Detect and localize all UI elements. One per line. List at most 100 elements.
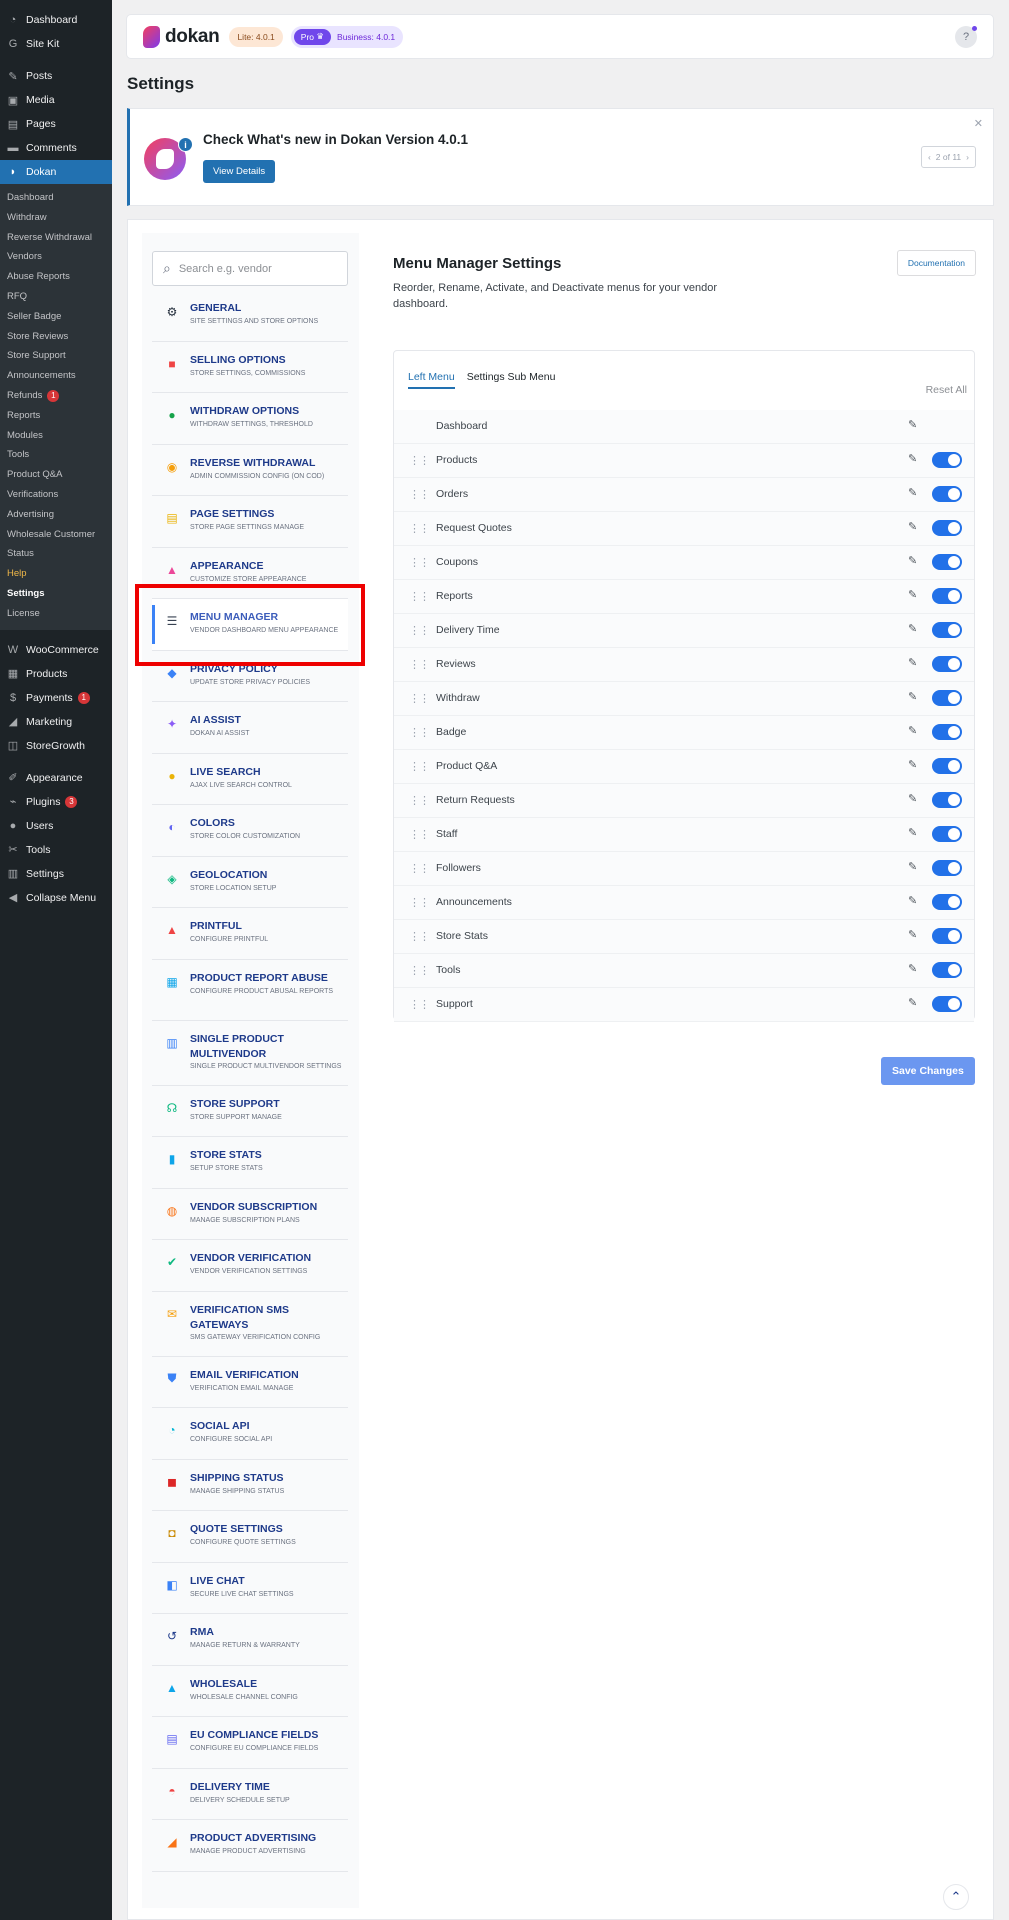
- tab-left-menu[interactable]: Left Menu: [408, 371, 455, 389]
- pencil-icon[interactable]: ✎: [908, 622, 917, 635]
- wp-menu-storegrowth[interactable]: ◫ StoreGrowth: [0, 734, 112, 758]
- drag-handle-icon[interactable]: ⋮⋮: [409, 726, 430, 739]
- scroll-to-top-icon[interactable]: ⌃: [943, 1884, 969, 1910]
- close-icon[interactable]: ✕: [974, 117, 983, 130]
- wp-menu-pages[interactable]: ▤ Pages: [0, 112, 112, 136]
- settings-nav-withdraw-options[interactable]: ● WITHDRAW OPTIONS WITHDRAW SETTINGS, THRE…: [152, 393, 348, 445]
- settings-nav-delivery-time[interactable]: ◓ DELIVERY TIME DELIVERY SCHEDULE SETUP: [152, 1769, 348, 1820]
- pencil-icon[interactable]: ✎: [908, 928, 917, 941]
- wp-menu-media[interactable]: ▣ Media: [0, 88, 112, 112]
- pencil-icon[interactable]: ✎: [908, 996, 917, 1009]
- pencil-icon[interactable]: ✎: [908, 894, 917, 907]
- dokan-submenu-item[interactable]: Seller Badge: [0, 307, 112, 327]
- tab-settings-sub-menu[interactable]: Settings Sub Menu: [467, 371, 556, 389]
- dokan-submenu-item[interactable]: Abuse Reports: [0, 267, 112, 287]
- pencil-icon[interactable]: ✎: [908, 486, 917, 499]
- dokan-submenu-item[interactable]: RFQ: [0, 287, 112, 307]
- wp-menu-comments[interactable]: ▬ Comments: [0, 136, 112, 160]
- settings-nav-email-verification[interactable]: ⛊ EMAIL VERIFICATION VERIFICATION EMAIL MA…: [152, 1357, 348, 1408]
- drag-handle-icon[interactable]: ⋮⋮: [409, 930, 430, 943]
- drag-handle-icon[interactable]: ⋮⋮: [409, 862, 430, 875]
- settings-nav-eu-compliance-fields[interactable]: ▤ EU COMPLIANCE FIELDS CONFIGURE EU COMPLI…: [152, 1717, 348, 1769]
- menu-item-toggle[interactable]: [932, 962, 962, 978]
- pencil-icon[interactable]: ✎: [908, 724, 917, 737]
- dokan-submenu-item[interactable]: Advertising: [0, 505, 112, 525]
- settings-nav-verification-sms-gateways[interactable]: ✉ VERIFICATION SMS GATEWAYS SMS GATEWAY VE…: [152, 1292, 348, 1357]
- menu-item-toggle[interactable]: [932, 656, 962, 672]
- wp-menu-payments[interactable]: $ Payments 1: [0, 686, 112, 710]
- menu-item-toggle[interactable]: [932, 792, 962, 808]
- drag-handle-icon[interactable]: ⋮⋮: [409, 998, 430, 1011]
- wp-menu-appearance[interactable]: ✐ Appearance: [0, 766, 112, 790]
- pencil-icon[interactable]: ✎: [908, 690, 917, 703]
- dokan-submenu-item[interactable]: Refunds 1: [0, 386, 112, 406]
- dokan-submenu-item[interactable]: Reports: [0, 406, 112, 426]
- settings-nav-store-support[interactable]: ☊ STORE SUPPORT STORE SUPPORT MANAGE: [152, 1086, 348, 1137]
- settings-nav-rma[interactable]: ↺ RMA MANAGE RETURN & WARRANTY: [152, 1614, 348, 1666]
- wp-menu-collapse-menu[interactable]: ◀ Collapse Menu: [0, 886, 112, 910]
- dokan-submenu-item[interactable]: Help: [0, 564, 112, 584]
- dokan-submenu-item[interactable]: Modules: [0, 426, 112, 446]
- dokan-submenu-item[interactable]: Withdraw: [0, 208, 112, 228]
- pencil-icon[interactable]: ✎: [908, 588, 917, 601]
- settings-nav-live-chat[interactable]: ◧ LIVE CHAT SECURE LIVE CHAT SETTINGS: [152, 1563, 348, 1614]
- menu-item-toggle[interactable]: [932, 452, 962, 468]
- wp-menu-dokan[interactable]: ◗ Dokan: [0, 160, 112, 184]
- menu-item-toggle[interactable]: [932, 724, 962, 740]
- chevron-left-icon[interactable]: ‹: [928, 152, 931, 162]
- wp-menu-woocommerce[interactable]: W WooCommerce: [0, 638, 112, 662]
- dokan-submenu-item[interactable]: Wholesale Customer: [0, 525, 112, 545]
- reset-all-button[interactable]: Reset All: [926, 384, 967, 396]
- wp-menu-marketing[interactable]: ◢ Marketing: [0, 710, 112, 734]
- settings-nav-printful[interactable]: ▲ PRINTFUL CONFIGURE PRINTFUL: [152, 908, 348, 960]
- view-details-button[interactable]: View Details: [203, 160, 276, 183]
- dokan-submenu-item[interactable]: Store Reviews: [0, 327, 112, 347]
- dokan-submenu-item[interactable]: Store Support: [0, 346, 112, 366]
- settings-nav-store-stats[interactable]: ▮ STORE STATS SETUP STORE STATS: [152, 1137, 348, 1189]
- dokan-submenu-item[interactable]: Announcements: [0, 366, 112, 386]
- drag-handle-icon[interactable]: ⋮⋮: [409, 624, 430, 637]
- wp-menu-posts[interactable]: ✎ Posts: [0, 64, 112, 88]
- dokan-submenu-item[interactable]: Reverse Withdrawal: [0, 228, 112, 248]
- settings-nav-colors[interactable]: ◐ COLORS STORE COLOR CUSTOMIZATION: [152, 805, 348, 857]
- drag-handle-icon[interactable]: ⋮⋮: [409, 556, 430, 569]
- dokan-submenu-item[interactable]: Product Q&A: [0, 465, 112, 485]
- pencil-icon[interactable]: ✎: [908, 656, 917, 669]
- dokan-submenu-item[interactable]: Verifications: [0, 485, 112, 505]
- pencil-icon[interactable]: ✎: [908, 452, 917, 465]
- wp-menu-site-kit[interactable]: G Site Kit: [0, 32, 112, 56]
- settings-nav-general[interactable]: ⚙ GENERAL SITE SETTINGS AND STORE OPTIONS: [152, 290, 348, 342]
- menu-item-toggle[interactable]: [932, 588, 962, 604]
- wp-menu-plugins[interactable]: ⌁ Plugins 3: [0, 790, 112, 814]
- settings-nav-vendor-verification[interactable]: ✔ VENDOR VERIFICATION VENDOR VERIFICATION …: [152, 1240, 348, 1292]
- settings-nav-shipping-status[interactable]: ◼ SHIPPING STATUS MANAGE SHIPPING STATUS: [152, 1460, 348, 1511]
- wp-menu-products[interactable]: ▦ Products: [0, 662, 112, 686]
- drag-handle-icon[interactable]: ⋮⋮: [409, 794, 430, 807]
- settings-nav-appearance[interactable]: ▲ APPEARANCE CUSTOMIZE STORE APPEARANCE: [152, 548, 348, 599]
- drag-handle-icon[interactable]: ⋮⋮: [409, 488, 430, 501]
- settings-nav-live-search[interactable]: ● LIVE SEARCH AJAX LIVE SEARCH CONTROL: [152, 754, 348, 805]
- dokan-submenu-item[interactable]: Settings: [0, 584, 112, 604]
- wp-menu-users[interactable]: ● Users: [0, 814, 112, 838]
- drag-handle-icon[interactable]: ⋮⋮: [409, 522, 430, 535]
- settings-nav-quote-settings[interactable]: ◘ QUOTE SETTINGS CONFIGURE QUOTE SETTINGS: [152, 1511, 348, 1563]
- dokan-submenu-item[interactable]: Status: [0, 544, 112, 564]
- dokan-submenu-item[interactable]: License: [0, 604, 112, 624]
- drag-handle-icon[interactable]: ⋮⋮: [409, 896, 430, 909]
- pencil-icon[interactable]: ✎: [908, 554, 917, 567]
- documentation-button[interactable]: Documentation: [896, 250, 976, 276]
- chevron-right-icon[interactable]: ›: [966, 152, 969, 162]
- dokan-submenu-item[interactable]: Vendors: [0, 247, 112, 267]
- pencil-icon[interactable]: ✎: [908, 520, 917, 533]
- pencil-icon[interactable]: ✎: [908, 826, 917, 839]
- settings-nav-reverse-withdrawal[interactable]: ◉ REVERSE WITHDRAWAL ADMIN COMMISSION CONF…: [152, 445, 348, 496]
- pencil-icon[interactable]: ✎: [908, 962, 917, 975]
- settings-nav-product-report-abuse[interactable]: ▦ PRODUCT REPORT ABUSE CONFIGURE PRODUCT A…: [152, 960, 348, 1021]
- settings-nav-wholesale[interactable]: ▲ WHOLESALE WHOLESALE CHANNEL CONFIG: [152, 1666, 348, 1717]
- pencil-icon[interactable]: ✎: [908, 418, 917, 431]
- pencil-icon[interactable]: ✎: [908, 860, 917, 873]
- menu-item-toggle[interactable]: [932, 486, 962, 502]
- drag-handle-icon[interactable]: ⋮⋮: [409, 658, 430, 671]
- menu-item-toggle[interactable]: [932, 996, 962, 1012]
- settings-nav-selling-options[interactable]: ■ SELLING OPTIONS STORE SETTINGS, COMMISSI…: [152, 342, 348, 393]
